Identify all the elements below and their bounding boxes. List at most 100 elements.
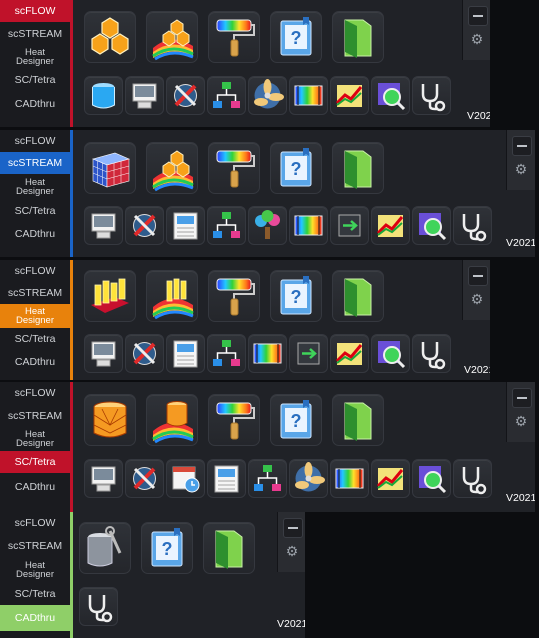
flowchart-button[interactable]: [207, 206, 246, 245]
color-bar-button[interactable]: [289, 206, 328, 245]
stethoscope-button[interactable]: [453, 206, 492, 245]
tools-cross-button[interactable]: [125, 334, 164, 373]
chip-arrow-button[interactable]: [289, 334, 328, 373]
stethoscope-button[interactable]: [79, 587, 118, 626]
help-book-button[interactable]: ?: [141, 522, 193, 574]
fan-button[interactable]: [248, 76, 287, 115]
tab-sctetra[interactable]: SC/Tetra: [0, 69, 70, 91]
tab-scflow[interactable]: scFLOW: [0, 260, 70, 282]
gear-icon[interactable]: ⚙: [512, 412, 530, 430]
tab-scflow[interactable]: scFLOW: [0, 382, 70, 405]
tab-scstream[interactable]: scSTREAM: [0, 23, 70, 45]
tools-cross-button[interactable]: [125, 459, 164, 498]
help-book-button[interactable]: ?: [270, 394, 322, 446]
stethoscope-button[interactable]: [412, 76, 451, 115]
flowchart-button[interactable]: [207, 334, 246, 373]
tab-label: Designer: [15, 56, 55, 67]
stethoscope-button[interactable]: [412, 334, 451, 373]
fan-button[interactable]: [289, 459, 328, 498]
gear-icon[interactable]: ⚙: [512, 160, 530, 178]
green-folder-button[interactable]: [203, 522, 255, 574]
tab-scstream[interactable]: scSTREAM: [0, 152, 70, 174]
chip-arrow-button[interactable]: [330, 206, 369, 245]
voxel-cube-button[interactable]: [84, 142, 136, 194]
stethoscope-button[interactable]: [453, 459, 492, 498]
paint-roller-button[interactable]: [208, 394, 260, 446]
blue-cylinder-button[interactable]: [84, 76, 123, 115]
graph-arrow-button[interactable]: [330, 334, 369, 373]
help-book-button[interactable]: ?: [270, 142, 322, 194]
help-book-button[interactable]: ?: [270, 11, 322, 63]
tab-cadthru[interactable]: CADthru: [0, 605, 70, 631]
tab-heat-designer[interactable]: Heat Designer: [0, 557, 70, 583]
tree-button[interactable]: [248, 206, 287, 245]
graph-arrow-button[interactable]: [330, 76, 369, 115]
color-bar-button[interactable]: [330, 459, 369, 498]
minimize-button[interactable]: [468, 266, 488, 286]
paint-roller-button[interactable]: [208, 142, 260, 194]
tab-heat-designer[interactable]: Heat Designer: [0, 174, 70, 200]
gear-icon[interactable]: ⚙: [468, 30, 486, 48]
tab-cadthru[interactable]: CADthru: [0, 92, 70, 117]
tab-sctetra[interactable]: SC/Tetra: [0, 328, 70, 350]
gear-icon[interactable]: ⚙: [283, 542, 301, 560]
tools-cross-button[interactable]: [166, 76, 205, 115]
tab-cadthru[interactable]: CADthru: [0, 474, 70, 501]
color-bar-button[interactable]: [289, 76, 328, 115]
tab-heat-designer[interactable]: Heat Designer: [0, 304, 70, 328]
monitor-button[interactable]: [84, 459, 123, 498]
mesh-on-flow-button[interactable]: [146, 142, 198, 194]
active-product-accent-bar: [70, 130, 73, 257]
magnify-grid-button[interactable]: [412, 459, 451, 498]
tools-cross-button[interactable]: [125, 206, 164, 245]
tab-cadthru[interactable]: CADthru: [0, 350, 70, 374]
magnify-grid-button[interactable]: [412, 206, 451, 245]
toolbox-button[interactable]: [79, 522, 131, 574]
graph-arrow-button[interactable]: [371, 206, 410, 245]
minimize-button[interactable]: [283, 518, 303, 538]
minimize-button[interactable]: [512, 136, 532, 156]
minimize-button[interactable]: [512, 388, 532, 408]
magnify-grid-button[interactable]: [371, 334, 410, 373]
paint-roller-button[interactable]: [208, 11, 260, 63]
color-bar-button[interactable]: [248, 334, 287, 373]
tab-scstream[interactable]: scSTREAM: [0, 535, 70, 557]
tab-scflow[interactable]: scFLOW: [0, 0, 70, 22]
monitor-button[interactable]: [84, 334, 123, 373]
component-board-button[interactable]: [84, 270, 136, 322]
table-chart-button[interactable]: [166, 206, 205, 245]
monitor-button[interactable]: [84, 206, 123, 245]
tab-sctetra[interactable]: SC/Tetra: [0, 451, 70, 473]
green-folder-button[interactable]: [332, 11, 384, 63]
monitor-button[interactable]: [125, 76, 164, 115]
tab-scstream[interactable]: scSTREAM: [0, 282, 70, 304]
tab-scflow[interactable]: scFLOW: [0, 130, 70, 152]
table-chart-button[interactable]: [207, 459, 246, 498]
green-folder-button[interactable]: [332, 394, 384, 446]
green-folder-button[interactable]: [332, 270, 384, 322]
tab-cadthru[interactable]: CADthru: [0, 222, 70, 247]
minimize-button[interactable]: [468, 6, 488, 26]
tab-scflow[interactable]: scFLOW: [0, 512, 70, 535]
mesh-cells-button[interactable]: [84, 11, 136, 63]
svg-text:?: ?: [291, 287, 302, 307]
tab-heat-designer[interactable]: Heat Designer: [0, 45, 70, 69]
tab-heat-designer[interactable]: Heat Designer: [0, 427, 70, 451]
green-folder-button[interactable]: [332, 142, 384, 194]
components-on-flow-button[interactable]: [146, 270, 198, 322]
tetra-drum-button[interactable]: [84, 394, 136, 446]
table-chart-button[interactable]: [166, 334, 205, 373]
gear-icon[interactable]: ⚙: [468, 290, 486, 308]
graph-arrow-button[interactable]: [371, 459, 410, 498]
flowchart-button[interactable]: [248, 459, 287, 498]
tab-sctetra[interactable]: SC/Tetra: [0, 200, 70, 222]
help-book-button[interactable]: ?: [270, 270, 322, 322]
calendar-clock-button[interactable]: [166, 459, 205, 498]
tab-sctetra[interactable]: SC/Tetra: [0, 583, 70, 605]
magnify-grid-button[interactable]: [371, 76, 410, 115]
tetra-on-flow-button[interactable]: [146, 394, 198, 446]
flowchart-button[interactable]: [207, 76, 246, 115]
tab-scstream[interactable]: scSTREAM: [0, 405, 70, 427]
paint-roller-button[interactable]: [208, 270, 260, 322]
mesh-on-flow-button[interactable]: [146, 11, 198, 63]
